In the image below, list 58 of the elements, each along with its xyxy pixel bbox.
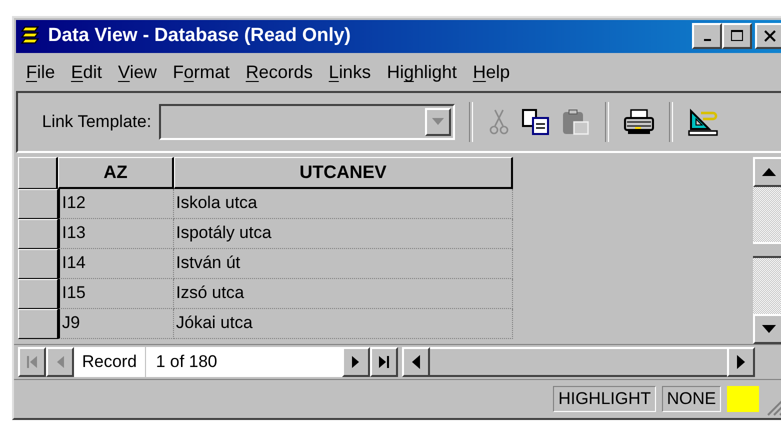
column-header[interactable]: AZ [58, 156, 174, 189]
table-cell: István út [174, 248, 513, 279]
table-cell: Izsó utca [174, 278, 513, 309]
resize-grip-icon[interactable] [765, 398, 781, 416]
horizontal-scrollbar[interactable] [402, 347, 755, 378]
menu-item[interactable]: Edit [65, 62, 112, 84]
maximize-button[interactable] [722, 23, 752, 50]
table-cell: I15 [58, 278, 174, 309]
menu-item[interactable]: View [112, 62, 167, 84]
table-cell: Jókai utca [174, 308, 513, 339]
row-selector[interactable] [18, 188, 58, 219]
column-header[interactable]: UTCANEV [174, 156, 513, 189]
table-cell: J9 [58, 308, 174, 339]
close-button[interactable] [755, 23, 781, 50]
maximize-icon [730, 29, 744, 44]
grid-corner-header[interactable] [18, 156, 58, 189]
copy-icon[interactable] [521, 108, 552, 136]
previous-record-icon [55, 355, 65, 370]
window-title: Data View - Database (Read Only) [48, 25, 352, 48]
table-cell: I14 [58, 248, 174, 279]
vertical-scrollbar[interactable] [753, 156, 781, 344]
last-record-icon [378, 355, 390, 370]
status-mode: HIGHLIGHT [553, 386, 656, 412]
close-icon [763, 29, 777, 44]
table-cell: Ispotály utca [174, 218, 513, 249]
row-selector[interactable] [18, 248, 58, 279]
minimize-button[interactable] [692, 23, 722, 50]
row-selector[interactable] [18, 218, 58, 249]
dropdown-arrow-icon [432, 118, 444, 126]
menu-item[interactable]: Highlight [380, 62, 467, 84]
row-selector[interactable] [18, 308, 58, 339]
menu-item[interactable]: Links [322, 62, 381, 84]
first-record-icon [26, 355, 38, 370]
last-record-button[interactable] [370, 347, 398, 378]
next-record-button[interactable] [342, 347, 370, 378]
menu-item[interactable]: Format [166, 62, 240, 84]
scroll-right-icon[interactable] [737, 355, 745, 370]
link-template-label: Link Template: [42, 112, 152, 132]
scroll-left-icon[interactable] [412, 355, 420, 370]
first-record-button[interactable] [18, 347, 46, 378]
scroll-thumb[interactable] [753, 242, 781, 258]
menu-item[interactable]: Help [466, 62, 520, 84]
previous-record-button[interactable] [46, 347, 74, 378]
scroll-up-icon[interactable] [762, 168, 776, 176]
status-value: NONE [662, 386, 721, 412]
row-selector[interactable] [18, 278, 58, 309]
set-square-icon[interactable] [687, 106, 720, 137]
menu-item[interactable]: File [20, 62, 66, 84]
table-cell: Iskola utca [174, 188, 513, 219]
table-cell: I13 [58, 218, 174, 249]
menu-item[interactable]: Records [240, 62, 323, 84]
record-position-field[interactable]: 1 of 180 [146, 347, 342, 378]
record-label: Record [74, 347, 146, 378]
next-record-icon [350, 355, 361, 370]
minimize-icon [704, 39, 710, 42]
table-cell: I12 [58, 188, 174, 219]
printer-icon[interactable] [623, 108, 656, 136]
scroll-down-icon[interactable] [762, 325, 776, 334]
